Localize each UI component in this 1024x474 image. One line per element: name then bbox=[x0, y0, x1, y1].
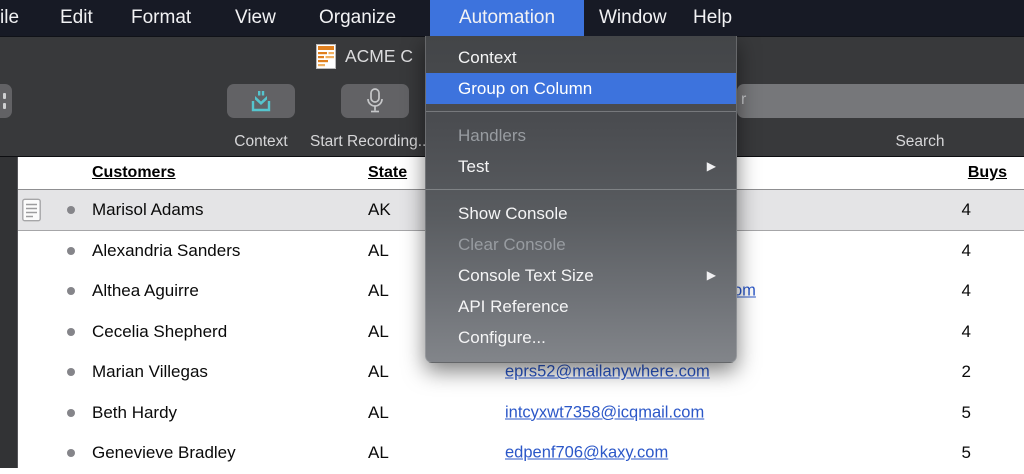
menubar-item-file[interactable]: ile bbox=[0, 0, 19, 36]
column-header-state[interactable]: State bbox=[368, 164, 407, 182]
menu-item-handlers: Handlers bbox=[458, 126, 527, 145]
cell-state: AL bbox=[368, 321, 389, 341]
cell-customer-name: Cecelia Shepherd bbox=[92, 321, 228, 341]
search-field-text: r bbox=[741, 91, 747, 108]
row-bullet-icon bbox=[67, 205, 75, 214]
cell-buys: 2 bbox=[961, 362, 971, 382]
cell-customer-name: Marisol Adams bbox=[92, 199, 204, 219]
table-row[interactable]: Genevieve Bradley AL edpenf706@kaxy.com … bbox=[18, 433, 1024, 474]
record-document-icon bbox=[22, 198, 41, 222]
menubar-item-format[interactable]: Format bbox=[131, 0, 191, 36]
cell-buys: 4 bbox=[961, 281, 971, 301]
email-link[interactable]: eprs52@mailanywhere.com bbox=[505, 363, 710, 381]
window-left-edge bbox=[0, 157, 18, 468]
row-bullet-icon bbox=[67, 408, 75, 417]
cell-email: eprs52@mailanywhere.com bbox=[505, 363, 710, 382]
menu-bar: ile Edit Format View Organize Automation… bbox=[0, 0, 1024, 36]
cell-customer-name: Alexandria Sanders bbox=[92, 240, 241, 260]
cell-email: edpenf706@kaxy.com bbox=[505, 444, 668, 463]
start-recording-button[interactable] bbox=[341, 84, 409, 118]
search-input[interactable]: r bbox=[737, 84, 1024, 118]
cell-state: AK bbox=[368, 199, 391, 219]
menubar-item-help[interactable]: Help bbox=[693, 0, 732, 36]
submenu-arrow-icon: ▶ bbox=[706, 159, 716, 173]
row-bullet-icon bbox=[67, 368, 75, 377]
document-app-icon bbox=[316, 43, 336, 69]
cell-state: AL bbox=[368, 281, 389, 301]
row-bullet-icon bbox=[67, 246, 75, 255]
cell-buys: 4 bbox=[961, 321, 971, 341]
context-button[interactable] bbox=[227, 84, 295, 118]
email-link[interactable]: edpenf706@kaxy.com bbox=[505, 444, 668, 462]
cell-buys: 5 bbox=[961, 443, 971, 463]
context-button-label: Context bbox=[234, 133, 288, 150]
menu-item-show-console[interactable]: Show Console bbox=[426, 198, 736, 229]
row-bullet-icon bbox=[67, 287, 75, 296]
row-bullet-icon bbox=[67, 327, 75, 336]
cell-customer-name: Genevieve Bradley bbox=[92, 443, 236, 463]
cell-state: AL bbox=[368, 402, 389, 422]
cell-buys: 4 bbox=[961, 199, 971, 219]
menu-separator bbox=[426, 104, 736, 120]
context-icon bbox=[251, 91, 271, 112]
cell-state: AL bbox=[368, 443, 389, 463]
row-bullet-icon bbox=[67, 449, 75, 458]
menu-item-api-reference[interactable]: API Reference bbox=[426, 291, 736, 322]
table-row[interactable]: Beth Hardy AL intcyxwt7358@icqmail.com 5 bbox=[18, 392, 1024, 433]
menubar-item-edit[interactable]: Edit bbox=[60, 0, 93, 36]
menu-item-clear-console: Clear Console bbox=[458, 235, 566, 254]
submenu-arrow-icon: ▶ bbox=[706, 268, 716, 282]
cell-state: AL bbox=[368, 362, 389, 382]
menu-separator bbox=[426, 182, 736, 198]
menubar-item-window[interactable]: Window bbox=[599, 0, 667, 36]
cell-customer-name: Althea Aguirre bbox=[92, 281, 199, 301]
menu-item-configure[interactable]: Configure... bbox=[426, 322, 736, 353]
menu-item-group-on-column[interactable]: Group on Column bbox=[426, 73, 736, 104]
search-label: Search bbox=[895, 133, 945, 150]
menu-item-context[interactable]: Context bbox=[426, 42, 736, 73]
cell-state: AL bbox=[368, 240, 389, 260]
menubar-item-automation-active[interactable]: Automation bbox=[430, 0, 584, 36]
partial-toolbar-button[interactable] bbox=[0, 84, 12, 118]
menu-item-console-text-size[interactable]: Console Text Size ▶ bbox=[426, 260, 736, 291]
cell-customer-name: Beth Hardy bbox=[92, 402, 178, 422]
menubar-item-view[interactable]: View bbox=[235, 0, 276, 36]
microphone-icon bbox=[367, 88, 383, 113]
cell-customer-name: Marian Villegas bbox=[92, 362, 208, 382]
cell-buys: 4 bbox=[961, 240, 971, 260]
email-link[interactable]: intcyxwt7358@icqmail.com bbox=[505, 403, 704, 421]
cell-buys: 5 bbox=[961, 402, 971, 422]
window-title-group: ACME C bbox=[316, 41, 413, 71]
menubar-item-organize[interactable]: Organize bbox=[319, 0, 396, 36]
automation-menu: Context Group on Column Handlers Test ▶ … bbox=[425, 36, 737, 363]
menu-item-test[interactable]: Test ▶ bbox=[426, 151, 736, 182]
column-header-buys[interactable]: Buys bbox=[968, 164, 1007, 182]
start-recording-label: Start Recording... bbox=[310, 133, 431, 150]
column-header-customers[interactable]: Customers bbox=[92, 164, 176, 182]
cell-email: intcyxwt7358@icqmail.com bbox=[505, 403, 704, 422]
window-title: ACME C bbox=[345, 45, 414, 66]
